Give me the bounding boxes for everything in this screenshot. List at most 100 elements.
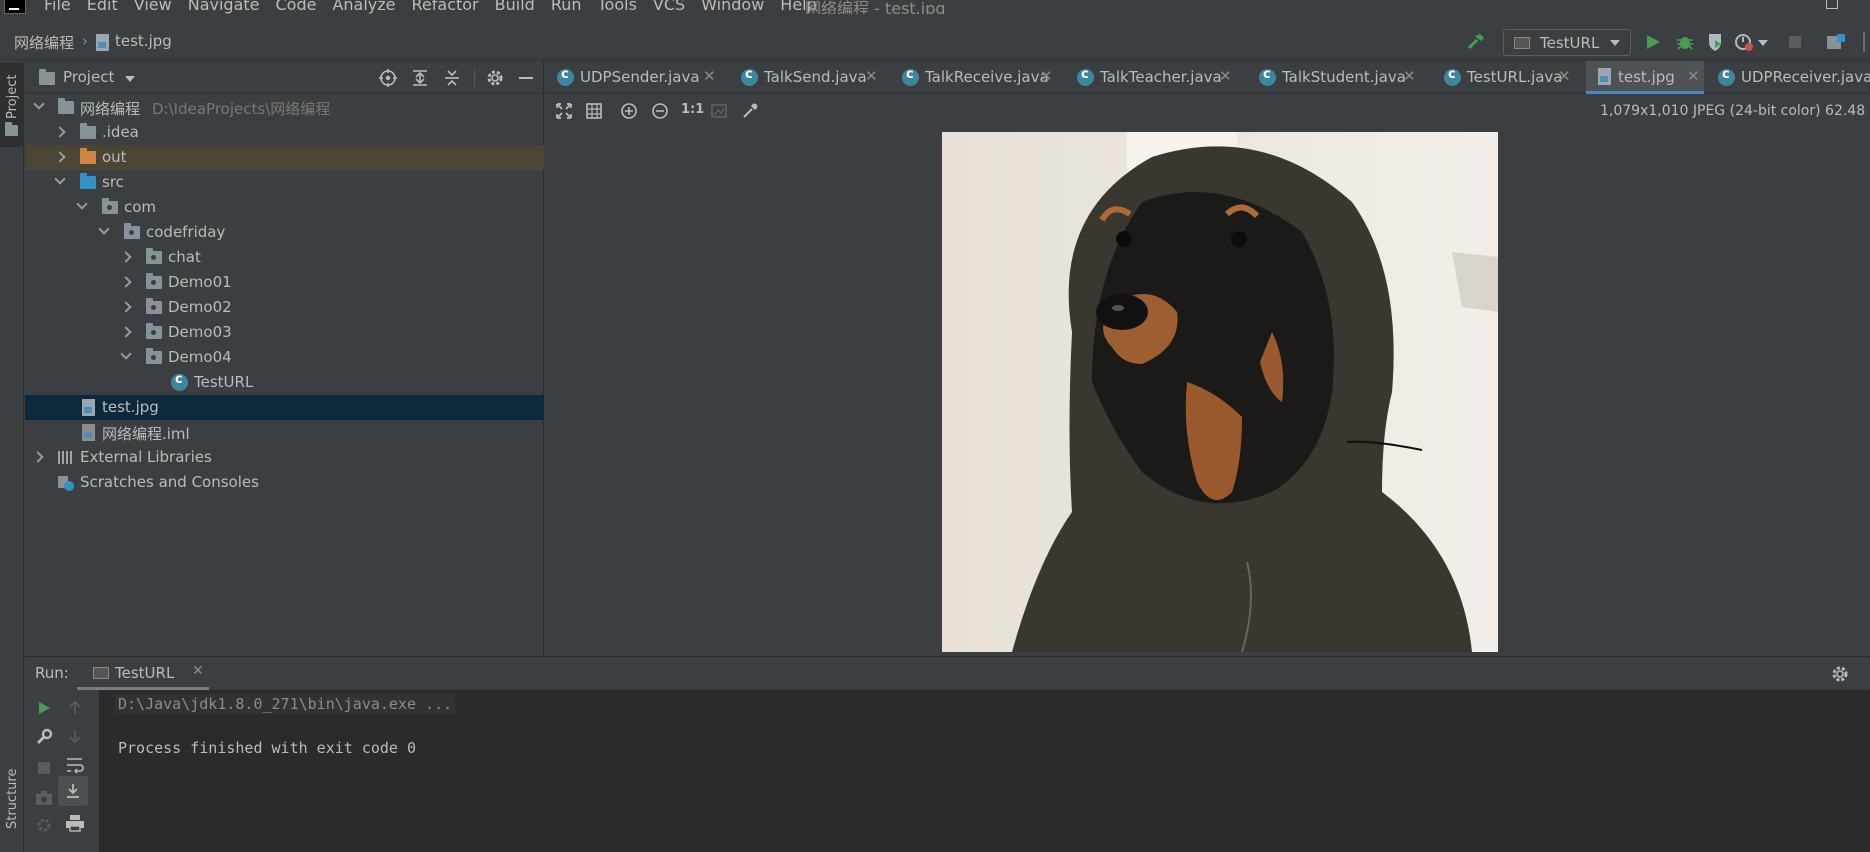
tree-item-src[interactable]: src (25, 170, 544, 195)
console-exit-message: Process finished with exit code 0 (118, 739, 417, 757)
tree-item-demo04[interactable]: Demo04 (25, 345, 544, 370)
tree-item-chat[interactable]: chat (25, 245, 544, 270)
chevron-down-icon[interactable] (54, 173, 66, 185)
close-icon[interactable]: ✕ (1687, 67, 1700, 85)
project-structure-icon[interactable] (1826, 33, 1846, 51)
breadcrumb-project[interactable]: 网络编程 (14, 32, 74, 53)
stop-icon[interactable] (38, 762, 50, 774)
fit-to-window-icon[interactable] (555, 102, 573, 120)
hide-panel-icon[interactable] (519, 77, 533, 79)
close-icon[interactable]: ✕ (703, 67, 716, 85)
tree-item-out[interactable]: out (25, 145, 544, 170)
wrench-icon[interactable] (35, 728, 53, 746)
menu-code[interactable]: Code (276, 0, 317, 14)
gear-icon[interactable] (485, 68, 505, 88)
console-output[interactable]: D:\Java\jdk1.8.0_271\bin\java.exe ... Pr… (99, 690, 1870, 852)
chevron-right-icon[interactable] (120, 276, 132, 288)
locate-file-icon[interactable] (378, 68, 398, 88)
project-tool-window-button[interactable]: Project (0, 63, 24, 147)
menu-window[interactable]: Window (701, 0, 764, 14)
run-configuration-select[interactable]: TestURL (1503, 29, 1631, 56)
zoom-out-icon[interactable] (651, 102, 669, 120)
zoom-in-icon[interactable] (620, 102, 638, 120)
chevron-right-icon[interactable] (120, 251, 132, 263)
tab-talkteacher[interactable]: TalkTeacher.java ✕ (1065, 61, 1232, 94)
tab-talkstudent[interactable]: TalkStudent.java ✕ (1247, 61, 1417, 94)
chevron-down-icon[interactable] (98, 223, 110, 235)
tree-item-demo03[interactable]: Demo03 (25, 320, 544, 345)
close-icon[interactable]: ✕ (192, 663, 204, 679)
tree-item-demo02[interactable]: Demo02 (25, 295, 544, 320)
menu-run[interactable]: Run (551, 0, 582, 14)
menu-navigate[interactable]: Navigate (188, 0, 260, 14)
scroll-up-icon[interactable] (68, 700, 82, 716)
menu-edit[interactable]: Edit (87, 0, 118, 14)
close-icon[interactable]: ✕ (1219, 67, 1232, 85)
tree-item-scratches[interactable]: Scratches and Consoles (25, 470, 544, 495)
structure-stripe-label[interactable]: Structure (5, 769, 20, 829)
breadcrumb-file[interactable]: test.jpg (115, 32, 172, 50)
actual-size-button[interactable]: 1:1 (681, 102, 704, 117)
scroll-to-end-toggle[interactable] (58, 776, 88, 806)
gear-icon[interactable] (1830, 664, 1850, 684)
menu-refactor[interactable]: Refactor (412, 0, 479, 14)
chevron-down-icon[interactable] (120, 348, 132, 360)
chevron-right-icon[interactable] (120, 326, 132, 338)
tab-udpreceiver[interactable]: UDPReceiver.java (1706, 61, 1870, 94)
package-icon (102, 198, 118, 214)
chevron-right-icon[interactable] (54, 151, 66, 163)
tree-item-project-root[interactable]: 网络编程 D:\IdeaProjects\网络编程 (25, 95, 544, 120)
tree-item-idea[interactable]: .idea (25, 120, 544, 145)
menu-analyze[interactable]: Analyze (332, 0, 395, 14)
chevron-down-icon[interactable] (125, 76, 135, 82)
menu-build[interactable]: Build (495, 0, 535, 14)
build-hammer-icon[interactable] (1466, 32, 1486, 52)
run-with-coverage-icon[interactable] (1705, 32, 1725, 52)
close-icon[interactable]: ✕ (1558, 67, 1571, 85)
run-icon[interactable] (1644, 33, 1662, 51)
tab-talksend[interactable]: TalkSend.java ✕ (729, 61, 878, 94)
console-command-line[interactable]: D:\Java\jdk1.8.0_271\bin\java.exe ... (115, 694, 456, 714)
tree-item-testurl[interactable]: TestURL (25, 370, 544, 395)
grid-icon[interactable] (585, 102, 603, 120)
chevron-right-icon[interactable] (120, 301, 132, 313)
soft-wrap-icon[interactable] (65, 756, 85, 774)
tree-item-iml[interactable]: 网络编程.iml (25, 420, 544, 445)
run-tab-label: TestURL (115, 664, 175, 682)
chevron-right-icon[interactable] (54, 126, 66, 138)
profiler-dropdown-chevron-icon[interactable] (1758, 40, 1768, 48)
chevron-down-icon[interactable] (33, 98, 45, 110)
tab-test-jpg[interactable]: test.jpg ✕ (1586, 61, 1704, 94)
tab-udpsender[interactable]: UDPSender.java ✕ (545, 61, 717, 94)
close-icon[interactable]: ✕ (865, 67, 878, 85)
close-icon[interactable]: ✕ (1403, 67, 1416, 85)
chevron-down-icon[interactable] (76, 198, 88, 210)
tab-testurl[interactable]: TestURL.java ✕ (1432, 61, 1572, 94)
profiler-icon[interactable] (1734, 32, 1754, 52)
restore-window-icon[interactable] (1826, 0, 1838, 9)
collapse-all-icon[interactable] (442, 68, 462, 88)
tree-item-com[interactable]: com (25, 195, 544, 220)
rerun-icon[interactable] (36, 700, 52, 716)
print-icon[interactable] (65, 814, 85, 832)
chevron-right-icon[interactable] (32, 451, 44, 463)
close-icon[interactable]: ✕ (1040, 67, 1053, 85)
menu-tools[interactable]: Tools (598, 0, 637, 14)
tree-item-external-libraries[interactable]: External Libraries (25, 445, 544, 470)
tree-item-demo01[interactable]: Demo01 (25, 270, 544, 295)
menu-file[interactable]: File (44, 0, 71, 14)
menu-view[interactable]: View (134, 0, 172, 14)
run-tab-testurl[interactable]: TestURL ✕ (77, 657, 209, 690)
module-file-icon (82, 424, 95, 441)
debug-icon[interactable] (1675, 32, 1695, 52)
project-view-selector[interactable]: Project (63, 68, 114, 86)
tree-item-codefriday[interactable]: codefriday (25, 220, 544, 245)
menu-vcs[interactable]: VCS (653, 0, 685, 14)
package-icon (146, 248, 162, 264)
tab-talkreceive[interactable]: TalkReceive.java ✕ (890, 61, 1053, 94)
tree-item-test-jpg[interactable]: test.jpg (25, 395, 544, 420)
stop-icon[interactable] (1789, 36, 1801, 48)
scroll-down-icon[interactable] (68, 728, 82, 744)
color-picker-icon[interactable] (741, 102, 759, 120)
expand-all-icon[interactable] (410, 68, 430, 88)
